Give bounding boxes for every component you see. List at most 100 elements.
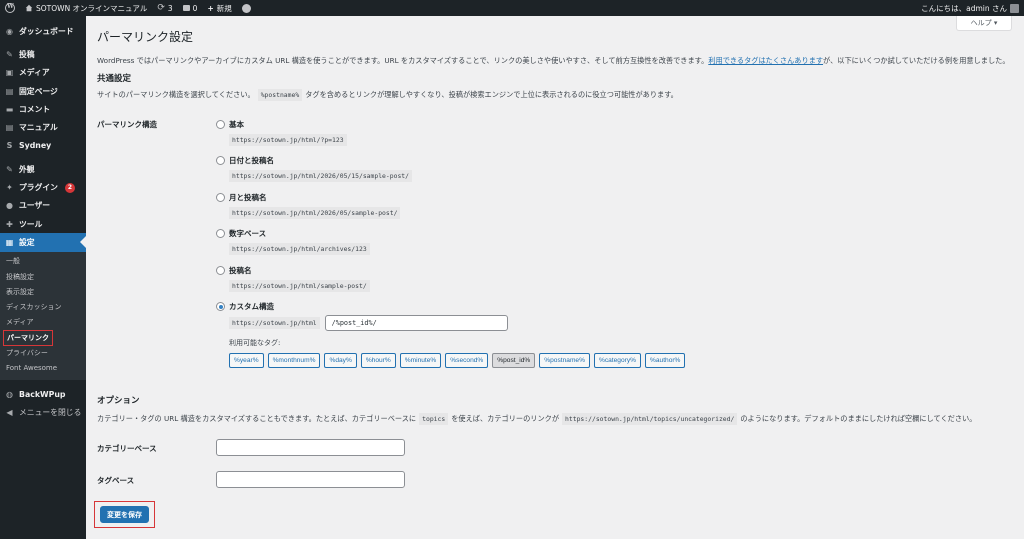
menu-users[interactable]: ● ユーザー [0, 197, 86, 215]
tag-base-label: タグベース [97, 476, 135, 485]
updates-link[interactable]: ⟳ 3 [152, 0, 177, 16]
menu-sydney[interactable]: S Sydney [0, 137, 86, 155]
radio-custom-structure[interactable] [216, 302, 225, 311]
radio-day-name[interactable] [216, 156, 225, 165]
tag-button-second[interactable]: %second% [445, 353, 489, 368]
my-account-link[interactable]: こんにちは、admin さん [916, 0, 1024, 16]
theme-link[interactable] [237, 0, 256, 16]
wordpress-logo-menu[interactable] [0, 0, 20, 16]
menu-pages[interactable]: ▤ 固定ページ [0, 82, 86, 100]
dashboard-icon: ◉ [6, 26, 13, 36]
sample-url-month-name: https://sotown.jp/html/2026/05/sample-po… [229, 207, 401, 219]
submenu-writing[interactable]: 投稿設定 [0, 269, 86, 284]
category-url-example-code: https://sotown.jp/html/topics/uncategori… [562, 413, 738, 425]
main-content: ヘルプ ▾ パーマリンク設定 WordPress ではパーマリンクやアーカイブに… [86, 16, 1024, 539]
menu-label: Sydney [19, 141, 52, 151]
available-tags-list: %year% %monthnum% %day% %hour% %minute% … [229, 353, 686, 368]
submenu-permalink[interactable]: パーマリンク [0, 329, 86, 346]
menu-label: ツール [19, 219, 43, 229]
menu-tools[interactable]: ✚ ツール [0, 215, 86, 233]
radio-month-name[interactable] [216, 193, 225, 202]
menu-label: プラグイン [19, 183, 58, 193]
comment-icon: ▬ [5, 104, 14, 114]
radio-post-name[interactable] [216, 266, 225, 275]
menu-comments[interactable]: ▬ コメント [0, 100, 86, 118]
collapse-icon: ◀ [6, 407, 13, 417]
save-changes-button[interactable]: 変更を保存 [100, 506, 149, 523]
custom-structure-input[interactable]: /%post_id%/ [324, 315, 508, 331]
menu-label: マニュアル [19, 123, 58, 133]
option-day-name[interactable]: 日付と投稿名 [216, 155, 274, 166]
tag-button-hour[interactable]: %hour% [360, 353, 396, 368]
plugin-icon: ✦ [6, 183, 13, 193]
permalink-structure-label: パーマリンク構造 [97, 120, 157, 129]
tag-button-post-id[interactable]: %post_id% [492, 353, 536, 368]
custom-structure-row: https://sotown.jp/html /%post_id%/ [229, 315, 508, 331]
updates-count: 3 [167, 3, 173, 13]
comments-link[interactable]: 0 [178, 0, 203, 16]
option-custom-structure[interactable]: カスタム構造 [216, 301, 274, 312]
manual-icon: ▤ [5, 123, 14, 133]
admin-bar: SOTOWN オンラインマニュアル ⟳ 3 0 + 新規 こんにちは、admin… [0, 0, 1024, 16]
menu-label: メディア [19, 68, 50, 78]
available-tags-link[interactable]: 利用できるタグはたくさんあります [708, 56, 823, 65]
menu-dashboard[interactable]: ◉ ダッシュボード [0, 22, 86, 40]
radio-plain[interactable] [216, 120, 225, 129]
sample-url-post-name: https://sotown.jp/html/sample-post/ [229, 280, 370, 292]
tag-button-day[interactable]: %day% [324, 353, 357, 368]
page-title: パーマリンク設定 [97, 30, 194, 44]
submenu-reading[interactable]: 表示設定 [0, 284, 86, 299]
user-icon: ● [6, 201, 13, 211]
settings-icon: ▦ [5, 237, 14, 247]
tag-button-author[interactable]: %author% [645, 353, 686, 368]
category-base-label: カテゴリーベース [97, 444, 157, 453]
pin-icon: ✎ [6, 49, 13, 59]
tag-button-monthnum[interactable]: %monthnum% [267, 353, 321, 368]
submenu-font-awesome[interactable]: Font Awesome [0, 361, 86, 376]
option-month-name[interactable]: 月と投稿名 [216, 192, 267, 203]
menu-posts[interactable]: ✎ 投稿 [0, 45, 86, 63]
option-plain[interactable]: 基本 [216, 119, 244, 130]
settings-submenu: 一般 投稿設定 表示設定 ディスカッション メディア パーマリンク プライバシー… [0, 251, 86, 380]
option-post-name[interactable]: 投稿名 [216, 265, 252, 276]
menu-settings[interactable]: ▦ 設定 [0, 233, 86, 252]
menu-label: 外観 [19, 164, 35, 174]
radio-numeric[interactable] [216, 229, 225, 238]
options-heading: オプション [97, 396, 140, 406]
menu-appearance[interactable]: ✎ 外観 [0, 160, 86, 178]
tag-button-minute[interactable]: %minute% [399, 353, 442, 368]
sample-url-numeric: https://sotown.jp/html/archives/123 [229, 243, 370, 255]
tag-button-postname[interactable]: %postname% [539, 353, 590, 368]
tag-base-input[interactable] [216, 471, 405, 488]
tag-button-category[interactable]: %category% [593, 353, 641, 368]
updates-icon: ⟳ [157, 3, 165, 13]
available-tags-label: 利用可能なタグ: [229, 339, 281, 347]
submenu-privacy[interactable]: プライバシー [0, 345, 86, 360]
plus-icon: + [207, 3, 214, 13]
sample-url-plain: https://sotown.jp/html/?p=123 [229, 134, 347, 146]
menu-backwpup[interactable]: ◍ BackWPup [0, 385, 86, 403]
backwpup-icon: ◍ [6, 389, 13, 399]
help-tab-button[interactable]: ヘルプ ▾ [956, 16, 1012, 31]
new-content-link[interactable]: + 新規 [202, 0, 236, 16]
comments-count: 0 [192, 3, 198, 13]
menu-media[interactable]: ▣ メディア [0, 64, 86, 82]
tag-button-year[interactable]: %year% [229, 353, 264, 368]
menu-label: コメント [19, 104, 51, 114]
common-settings-description: サイトのパーマリンク構造を選択してください。 %postname% タグを含めるとリ… [97, 89, 678, 101]
greeting: こんにちは、admin さん [921, 3, 1007, 13]
submenu-discussion[interactable]: ディスカッション [0, 299, 86, 314]
submenu-general[interactable]: 一般 [0, 254, 86, 269]
menu-label: メニューを閉じる [19, 407, 82, 417]
sample-url-day-name: https://sotown.jp/html/2026/05/15/sample… [229, 170, 412, 182]
tool-icon: ✚ [6, 219, 13, 229]
menu-label: 固定ページ [19, 86, 58, 96]
collapse-menu-button[interactable]: ◀ メニューを閉じる [0, 403, 86, 421]
menu-manual[interactable]: ▤ マニュアル [0, 118, 86, 136]
site-name-link[interactable]: SOTOWN オンラインマニュアル [20, 0, 152, 16]
option-numeric[interactable]: 数字ベース [216, 228, 266, 239]
menu-plugins[interactable]: ✦ プラグイン 2 [0, 178, 86, 196]
category-base-input[interactable] [216, 439, 405, 456]
common-settings-heading: 共通設定 [97, 74, 132, 84]
submenu-media[interactable]: メディア [0, 315, 86, 330]
